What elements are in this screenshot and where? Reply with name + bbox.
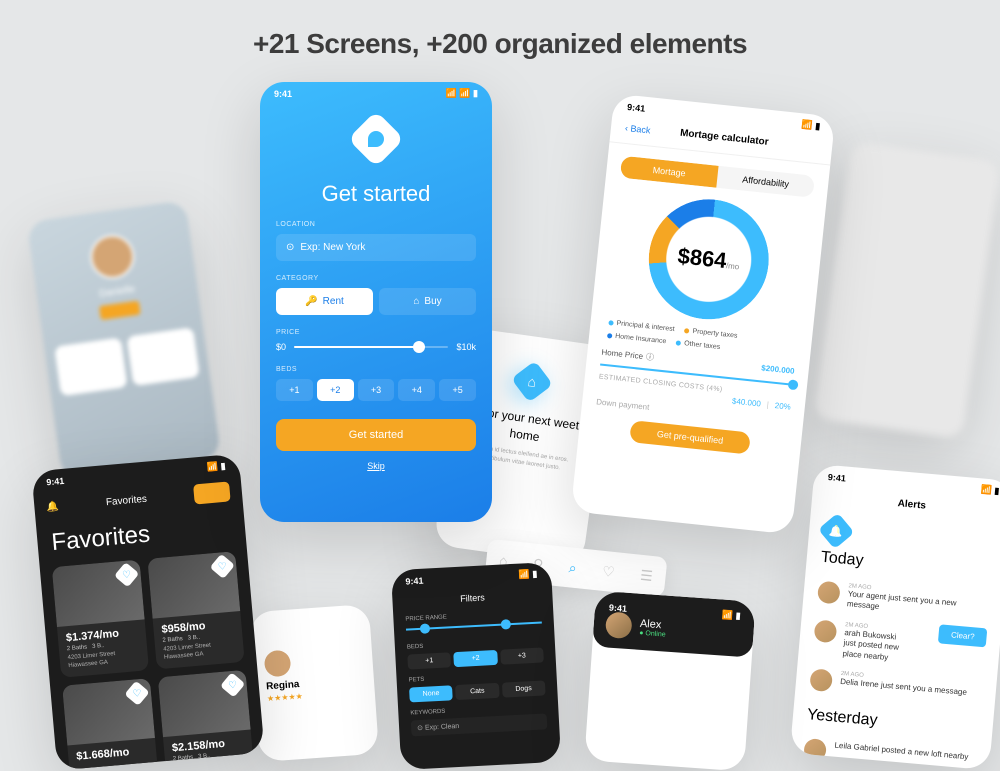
status-bar: 9:41 📶 📶 ▮ xyxy=(260,82,492,105)
nav-profile-icon[interactable]: ☰ xyxy=(639,566,653,584)
favorite-icon[interactable] xyxy=(220,672,245,697)
home-price-label: Home Price ⓘ xyxy=(601,347,655,363)
status-time: 9:41 xyxy=(274,89,292,99)
info-icon[interactable]: ⓘ xyxy=(645,351,654,363)
alert-avatar xyxy=(809,668,833,692)
status-icons: 📶 📶 ▮ xyxy=(446,88,478,99)
alerts-bell-icon xyxy=(818,513,855,550)
closing-costs-percent: 20% xyxy=(774,401,791,412)
price-max: $10k xyxy=(456,342,476,352)
key-icon: 🔑 xyxy=(305,296,317,307)
bed-option[interactable]: +4 xyxy=(398,379,435,401)
alert-avatar xyxy=(814,619,838,643)
home-price-value: $200.000 xyxy=(761,363,795,377)
bell-icon[interactable]: 🔔 xyxy=(46,501,59,513)
get-started-screen: 9:41 📶 📶 ▮ Get started LOCATION ⊙ Exp: N… xyxy=(260,82,492,522)
rent-toggle[interactable]: 🔑Rent xyxy=(276,288,373,315)
reviewer-avatar xyxy=(264,650,292,678)
bed-option[interactable]: +2 xyxy=(317,379,354,401)
buy-toggle[interactable]: ⌂Buy xyxy=(379,288,476,315)
favorite-icon[interactable] xyxy=(124,680,149,705)
alert-avatar xyxy=(803,738,827,762)
skip-link[interactable]: Skip xyxy=(260,461,492,471)
nav-search-icon[interactable]: ⌕ xyxy=(568,559,578,577)
filters-screen: 9:41 📶 ▮ Filters PRICE RANGE BEDS +1 +2 … xyxy=(391,562,561,770)
donut-chart: $864/mo xyxy=(643,193,775,325)
nav-favorites-icon[interactable]: ♡ xyxy=(601,562,615,580)
beds-label: BEDS xyxy=(276,366,476,373)
screen-title: Favorites xyxy=(66,490,186,511)
bed-filter[interactable]: +1 xyxy=(407,652,451,669)
screen-title: Get started xyxy=(260,181,492,207)
view-toggle[interactable] xyxy=(193,481,231,504)
keywords-input[interactable]: ⊙ Exp: Clean xyxy=(411,713,548,736)
blurred-screen-right xyxy=(813,141,1000,439)
app-logo-icon xyxy=(348,111,405,168)
page-headline: +21 Screens, +200 organized elements xyxy=(253,28,747,60)
price-min: $0 xyxy=(276,342,286,352)
bed-option[interactable]: +1 xyxy=(276,379,313,401)
property-card[interactable]: $1.668/mo xyxy=(62,678,159,771)
alerts-screen: 9:41 📶 ▮ Alerts Today 2M AGO Your agent … xyxy=(790,464,1000,770)
prequalified-button[interactable]: Get pre-qualified xyxy=(629,420,751,454)
chat-screen: 9:41 📶 ▮ Alex ● Online xyxy=(584,591,755,771)
price-range-label: PRICE RANGE xyxy=(405,610,541,623)
bed-option[interactable]: +3 xyxy=(358,379,395,401)
affordability-tab[interactable]: Affordability xyxy=(716,166,815,198)
home-icon: ⌂ xyxy=(413,296,419,307)
mortgage-tab[interactable]: Mortage xyxy=(620,156,719,188)
get-started-button[interactable]: Get started xyxy=(276,419,476,451)
search-icon: ⊙ xyxy=(286,242,294,253)
location-input[interactable]: ⊙ Exp: New York xyxy=(276,234,476,261)
price-label: PRICE xyxy=(276,329,476,336)
profile-screen-blurred: Danielle xyxy=(27,200,222,480)
bed-filter[interactable]: +2 xyxy=(454,650,498,667)
favorite-icon[interactable] xyxy=(114,562,139,587)
pet-filter[interactable]: None xyxy=(409,685,453,702)
home-logo-icon xyxy=(511,361,553,403)
closing-costs-value: $40.000 xyxy=(732,397,762,409)
mortgage-calculator-screen: 9:41 📶 ▮ ‹ Back Mortage calculator Morta… xyxy=(571,94,836,535)
price-slider[interactable] xyxy=(294,346,448,348)
online-status: ● Online xyxy=(639,629,666,638)
pet-filter[interactable]: Cats xyxy=(455,683,499,700)
bed-filter[interactable]: +3 xyxy=(500,647,544,664)
pet-filter[interactable]: Dogs xyxy=(502,680,546,697)
property-card[interactable]: $2.158/mo 2 Baths3 B.. Hiawassee GA xyxy=(158,669,255,770)
clear-button[interactable]: Clear? xyxy=(938,624,987,647)
property-card[interactable]: $958/mo 2 Baths3 B.. 4203 Limer StreetHi… xyxy=(147,551,244,669)
favorites-screen: 9:41 📶 ▮ 🔔 Favorites Favorites $1.374/mo… xyxy=(31,454,264,771)
price-range-slider[interactable] xyxy=(406,621,542,630)
location-label: LOCATION xyxy=(276,221,476,228)
category-label: CATEGORY xyxy=(276,275,476,282)
alert-avatar xyxy=(817,581,841,605)
bed-option[interactable]: +5 xyxy=(439,379,476,401)
favorite-icon[interactable] xyxy=(210,554,235,579)
reviews-screen: Regina ★★★★★ xyxy=(249,604,379,762)
monthly-amount: $864 xyxy=(677,243,728,273)
property-card[interactable]: $1.374/mo 2 Baths3 B.. 4203 Limer Street… xyxy=(52,560,149,678)
